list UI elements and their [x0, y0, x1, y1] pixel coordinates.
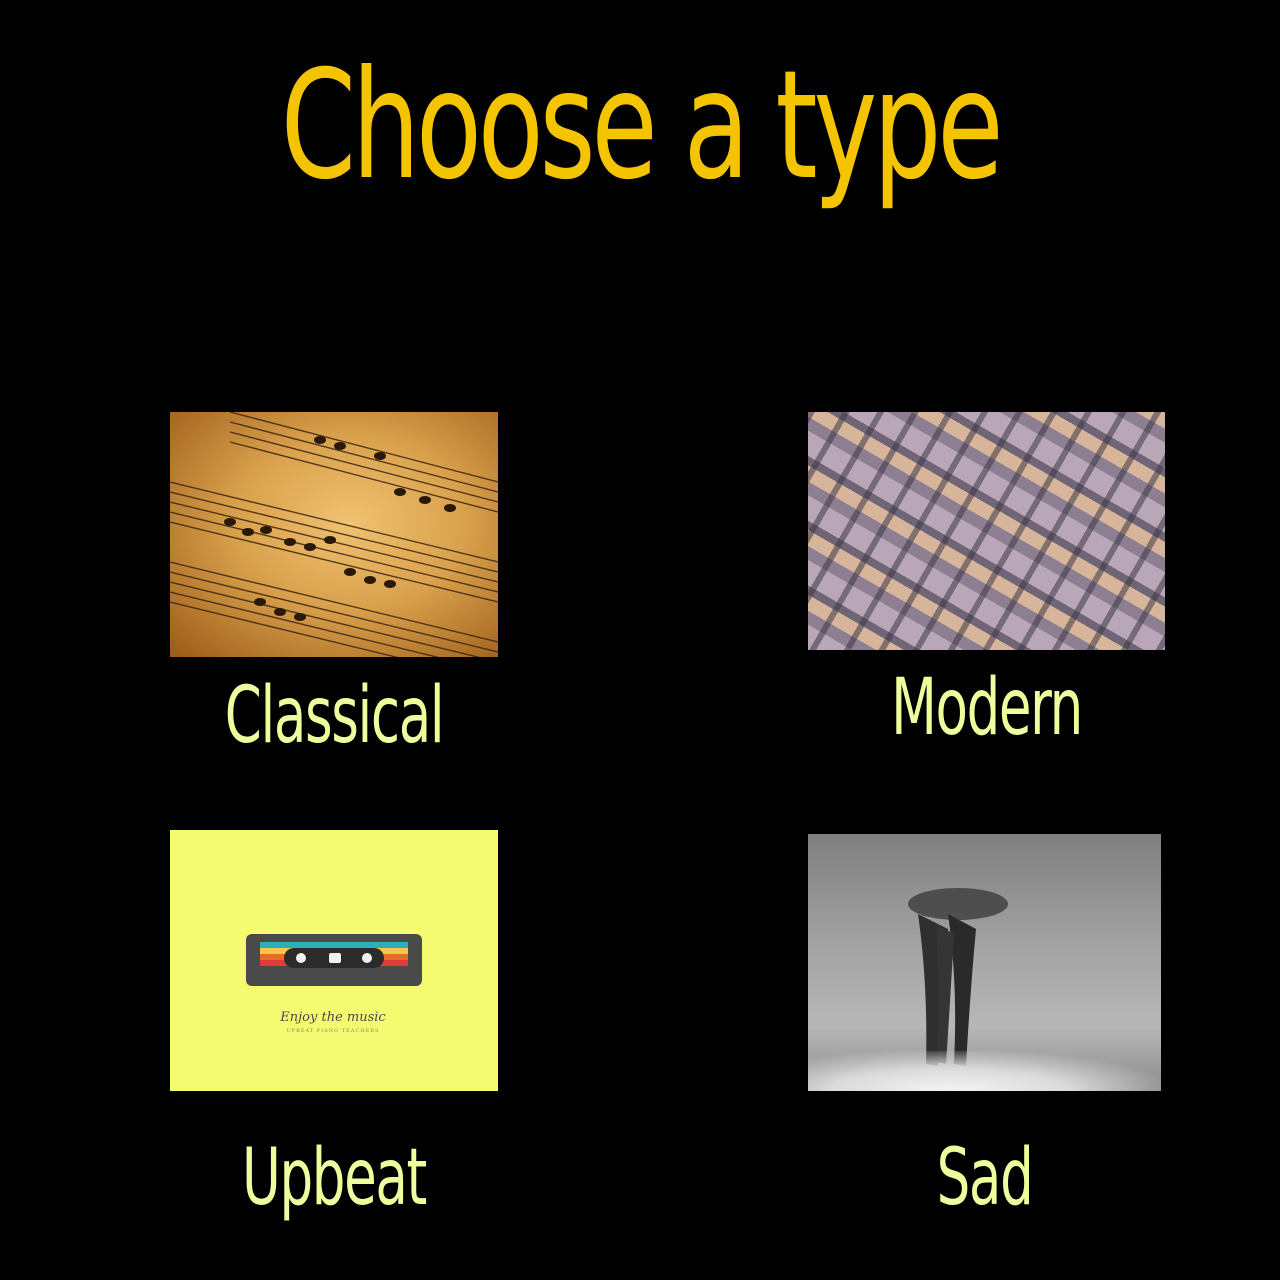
- type-label-modern[interactable]: Modern: [865, 665, 1108, 752]
- type-card-modern[interactable]: Modern: [808, 412, 1165, 757]
- type-label-sad[interactable]: Sad: [864, 1135, 1104, 1222]
- snow-ground: [808, 1051, 1161, 1091]
- poster-tagline: Enjoy the music: [280, 1010, 386, 1025]
- poster-subtext: UPBEAT PIANO TEACHERS: [286, 1028, 380, 1034]
- type-chooser-screen: Choose a type Classical Modern Enjoy the…: [0, 0, 1280, 1280]
- type-card-upbeat[interactable]: Enjoy the music UPBEAT PIANO TEACHERS Up…: [170, 830, 498, 1250]
- type-card-classical[interactable]: Classical: [170, 412, 498, 760]
- sheet-music-image[interactable]: [170, 412, 498, 657]
- geometric-facade-image[interactable]: [808, 412, 1165, 650]
- type-label-upbeat[interactable]: Upbeat: [222, 1135, 445, 1222]
- page-title: Choose a type: [280, 39, 1004, 213]
- cassette-icon: [246, 934, 422, 986]
- foggy-reflection-image[interactable]: [808, 834, 1161, 1091]
- type-label-classical[interactable]: Classical: [222, 673, 445, 760]
- cassette-poster-image[interactable]: Enjoy the music UPBEAT PIANO TEACHERS: [170, 830, 498, 1091]
- staff-lines-graphic: [170, 412, 498, 657]
- type-card-sad[interactable]: Sad: [808, 834, 1161, 1250]
